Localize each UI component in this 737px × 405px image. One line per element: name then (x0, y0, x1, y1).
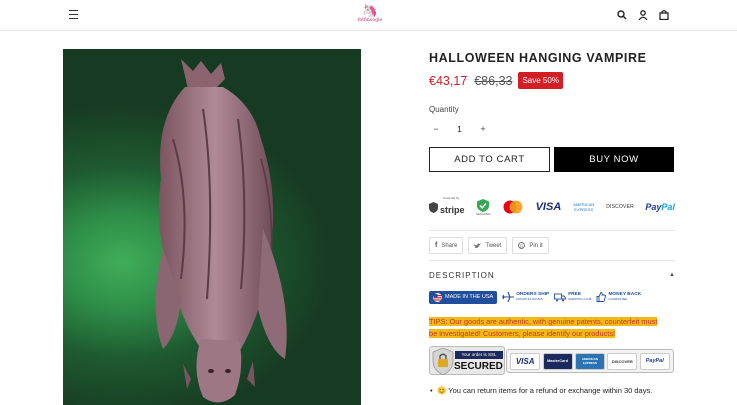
pinterest-icon: p (518, 242, 526, 249)
share-pinterest-button[interactable]: p Pin it (512, 237, 549, 254)
truck-icon (554, 293, 567, 301)
made-in-usa-badge: MADE IN THE USA (429, 290, 498, 304)
facebook-icon: f (435, 242, 438, 249)
buy-now-button[interactable]: BUY NOW (554, 147, 674, 172)
payment-badges: Powered by stripe SECURED VISA AMERICAN … (429, 196, 675, 218)
mastercard-icon (503, 200, 523, 214)
discover-card-icon: DISCOVER (607, 352, 638, 370)
menu-icon[interactable] (69, 10, 78, 19)
price-row: €43,17 €86,33 Save 50% (429, 72, 563, 89)
cart-icon[interactable] (659, 10, 669, 20)
add-to-cart-button[interactable]: ADD TO CART (429, 147, 550, 172)
site-header: 🦄 fetfinoogle (0, 0, 737, 31)
thumbs-up-icon (596, 292, 607, 302)
card-master-label: MasterCard (547, 359, 569, 363)
ssl-secured-banner: Your order is SSL SECURED VISA MasterCar… (429, 346, 675, 376)
secured-caption: SECURED (475, 211, 491, 216)
stripe-caption: Powered by (443, 196, 460, 200)
product-title: HALLOWEEN HANGING VAMPIRE (429, 51, 647, 65)
quantity-decrease-button[interactable]: − (429, 124, 443, 134)
chevron-up-icon[interactable]: ▲ (669, 272, 675, 278)
logo-text: fetfinoogle (357, 18, 383, 23)
mastercard-card-icon: MasterCard (542, 352, 573, 370)
quantity-label: Quantity (429, 105, 459, 114)
return-policy-item: • 😊 You can return items for a refund or… (430, 385, 669, 397)
paypal-card-icon: PayPal (639, 352, 670, 370)
ssl-small-text: Your order is SSL (455, 351, 503, 359)
tweet-label: Tweet (485, 242, 502, 249)
airplane-icon (502, 292, 515, 302)
unicorn-logo-icon: 🦄 (361, 3, 379, 18)
divider (429, 260, 675, 261)
accepted-cards: VISA MasterCard AMERICAN EXPRESS DISCOVE… (506, 349, 674, 373)
card-visa-label: VISA (515, 356, 535, 366)
quantity-input[interactable]: 1 (443, 124, 476, 134)
hanging-vampire-bat-image (155, 59, 287, 403)
money-back-badge: MONEY BACK GUARANTEE (596, 292, 641, 302)
made-in-usa-label: MADE IN THE USA (445, 294, 494, 300)
save-badge: Save 50% (518, 72, 563, 89)
product-info: HALLOWEEN HANGING VAMPIRE €43,17 €86,33 … (429, 49, 675, 395)
share-row: f Share Tweet p Pin it (429, 237, 549, 254)
visa-card-icon: VISA (510, 352, 541, 370)
free-shipping-badge: FREE SHIPPING CLUB (554, 292, 591, 302)
description-title: DESCRIPTION (429, 270, 495, 280)
orders-ship-sub: WITHIN 24 HOURS (516, 297, 543, 301)
sale-price: €43,17 (429, 73, 468, 88)
twitter-icon (474, 243, 482, 248)
check-shield-icon (477, 198, 490, 212)
ssl-big-text: SECURED (454, 361, 503, 372)
site-logo[interactable]: 🦄 fetfinoogle (352, 3, 388, 28)
card-paypal-label: PayPal (645, 358, 664, 364)
card-amex-label: AMERICAN EXPRESS (581, 357, 599, 365)
amex-logo: AMERICAN EXPRESS (573, 202, 595, 212)
search-icon[interactable] (617, 10, 627, 20)
return-policy-text: 😊 You can return items for a refund or e… (437, 386, 653, 395)
card-discover-label: DISCOVER (611, 358, 633, 364)
mastercard-badge (502, 200, 524, 214)
visa-logo: VISA (535, 201, 562, 213)
divider (429, 230, 675, 231)
amex-card-icon: AMERICAN EXPRESS (574, 352, 605, 370)
share-facebook-button[interactable]: f Share (429, 237, 464, 254)
secured-badge: SECURED (475, 198, 491, 216)
quantity-increase-button[interactable]: + (476, 124, 490, 134)
paypal-logo-pay: Pay (645, 202, 662, 212)
bullet: • (430, 386, 433, 395)
stripe-label: stripe (440, 205, 465, 215)
account-icon[interactable] (638, 10, 648, 20)
svg-text:p: p (521, 243, 524, 249)
money-back-sub: GUARANTEE (608, 297, 628, 301)
paypal-logo-pal: Pal (661, 202, 675, 212)
quantity-stepper: − 1 + (429, 120, 490, 138)
us-flag-icon (433, 292, 442, 302)
discover-logo: DISCOVER (606, 204, 634, 210)
description-accordion-header[interactable]: DESCRIPTION ▲ (429, 269, 675, 281)
free-shipping-sub: SHIPPING CLUB (568, 297, 592, 301)
product-image[interactable] (63, 49, 361, 405)
share-twitter-button[interactable]: Tweet (468, 237, 508, 254)
ssl-badge: Your order is SSL SECURED (429, 346, 505, 375)
tips-notice: TIPS: Our goods are authentic, with genu… (429, 316, 661, 340)
stripe-badge: Powered by stripe (429, 196, 465, 218)
shield-icon (429, 201, 438, 213)
pin-label: Pin it (529, 242, 543, 249)
tips-text: TIPS: Our goods are authentic, with genu… (429, 317, 658, 338)
paypal-logo: PayPal (645, 202, 675, 212)
original-price: €86,33 (474, 73, 513, 88)
header-icons (617, 9, 669, 21)
trust-banner: MADE IN THE USA ORDERS SHIP WITHIN 24 HOU… (429, 288, 675, 306)
share-label: Share (441, 242, 458, 249)
orders-ship-badge: ORDERS SHIP WITHIN 24 HOURS (502, 292, 549, 302)
padlock-icon (432, 348, 454, 375)
